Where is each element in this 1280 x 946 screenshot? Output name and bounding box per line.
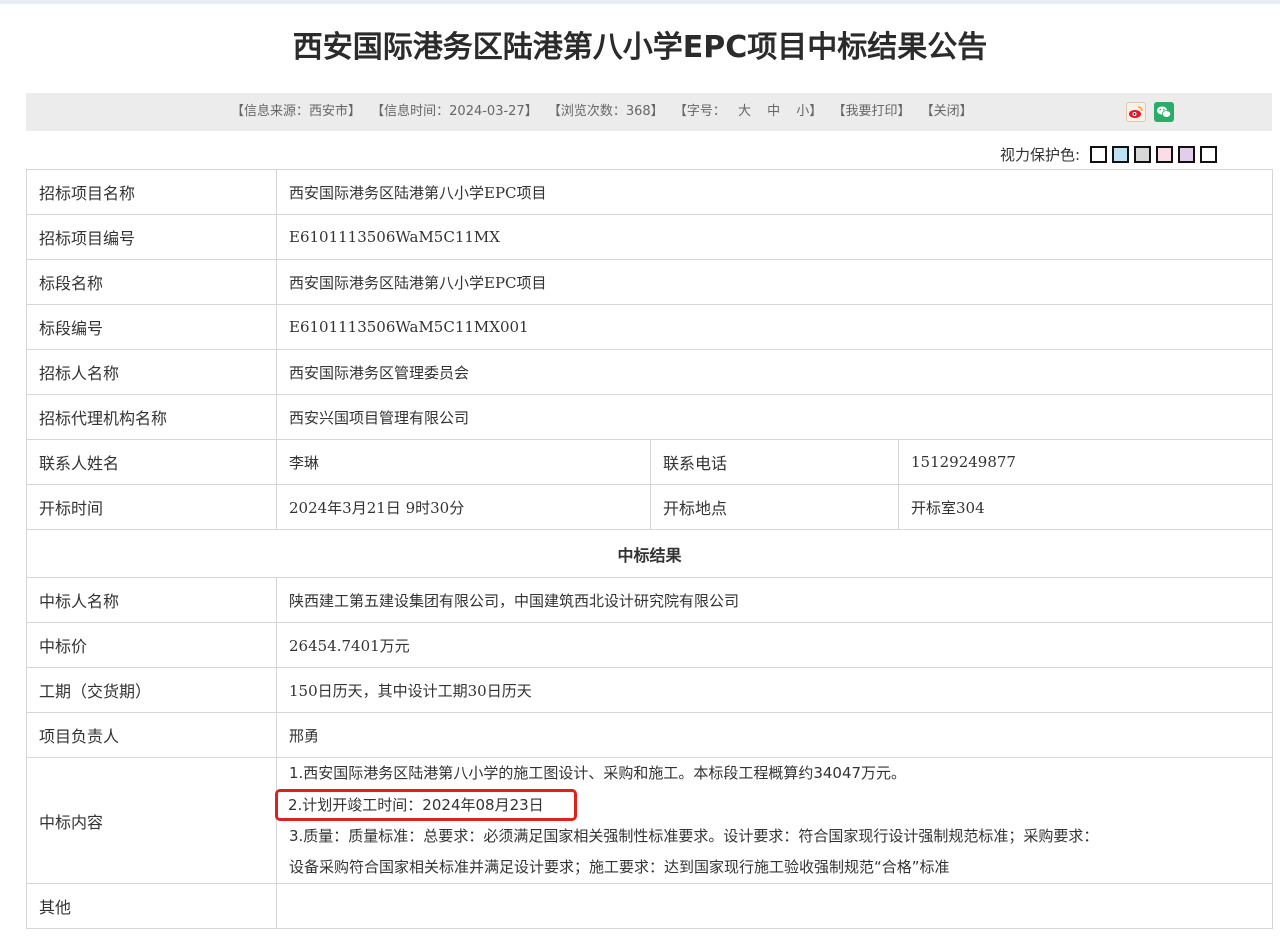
row-value: 西安国际港务区管理委员会 (276, 349, 1273, 395)
row-value: E6101113506WaM5C11MX (276, 214, 1273, 260)
contact-name-label: 联系人姓名 (26, 439, 277, 485)
table-section-row: 中标结果 (26, 529, 1273, 578)
row-value: E6101113506WaM5C11MX001 (276, 304, 1273, 350)
table-row: 工期（交货期） 150日历天，其中设计工期30日历天 (26, 667, 1273, 713)
eye-color-default-swatch[interactable] (1200, 145, 1218, 163)
eye-protection-label: 视力保护色: (1000, 145, 1081, 164)
opening-place-value: 开标室304 (898, 484, 1273, 530)
info-source: 【信息来源：西安市】 (231, 104, 362, 119)
info-bar-items: 【信息来源：西安市】 【信息时间：2024-03-27】 【浏览次数：368】 … (231, 93, 979, 131)
content-line-3: 3.质量：质量标准：总要求：必须满足国家相关强制性标准要求。设计要求：符合国家现… (289, 827, 1099, 845)
close-link[interactable]: 【关闭】 (921, 104, 973, 119)
price-value: 26454.7401万元 (276, 622, 1273, 668)
manager-value: 邢勇 (276, 712, 1273, 758)
period-label: 工期（交货期） (26, 667, 277, 713)
eye-protection-row: 视力保护色: (1000, 143, 1222, 165)
eye-color-pink-swatch[interactable] (1156, 145, 1174, 163)
info-time: 【信息时间：2024-03-27】 (371, 104, 538, 119)
content-line-1: 1.西安国际港务区陆港第八小学的施工图设计、采购和施工。本标段工程概算约3404… (289, 764, 907, 782)
other-value (276, 883, 1273, 929)
section-title: 中标结果 (26, 529, 1273, 578)
weibo-icon[interactable] (1126, 102, 1146, 122)
content-value: 1.西安国际港务区陆港第八小学的施工图设计、采购和施工。本标段工程概算约3404… (275, 757, 1273, 884)
row-label: 招标代理机构名称 (26, 394, 277, 440)
price-label: 中标价 (26, 622, 277, 668)
opening-place-label: 开标地点 (650, 484, 899, 530)
row-value: 西安国际港务区陆港第八小学EPC项目 (276, 259, 1273, 305)
content-label: 中标内容 (26, 757, 277, 884)
table-row: 中标人名称 陕西建工第五建设集团有限公司，中国建筑西北设计研究院有限公司 (26, 577, 1273, 623)
winner-label: 中标人名称 (26, 577, 277, 623)
winner-value: 陕西建工第五建设集团有限公司，中国建筑西北设计研究院有限公司 (276, 577, 1273, 623)
other-label: 其他 (26, 883, 277, 929)
table-row: 标段编号 E6101113506WaM5C11MX001 (26, 304, 1273, 350)
eye-color-blue-swatch[interactable] (1112, 145, 1130, 163)
opening-time-value: 2024年3月21日 9时30分 (276, 484, 651, 530)
info-bar: 【信息来源：西安市】 【信息时间：2024-03-27】 【浏览次数：368】 … (26, 93, 1272, 131)
table-row: 标段名称 西安国际港务区陆港第八小学EPC项目 (26, 259, 1273, 305)
table-row: 招标代理机构名称 西安兴国项目管理有限公司 (26, 394, 1273, 440)
font-size-medium-link[interactable]: 中 (767, 104, 780, 119)
row-label: 招标项目编号 (26, 214, 277, 260)
row-label: 标段编号 (26, 304, 277, 350)
table-row-contact: 联系人姓名 李琳 联系电话 15129249877 (26, 439, 1273, 485)
top-strip (0, 0, 1280, 4)
wechat-icon[interactable] (1154, 102, 1174, 122)
opening-time-label: 开标时间 (26, 484, 277, 530)
table-row: 中标价 26454.7401万元 (26, 622, 1273, 668)
manager-label: 项目负责人 (26, 712, 277, 758)
contact-name-value: 李琳 (276, 439, 651, 485)
table-row-opening: 开标时间 2024年3月21日 9时30分 开标地点 开标室304 (26, 484, 1273, 530)
contact-phone-value: 15129249877 (898, 439, 1273, 485)
row-value: 西安国际港务区陆港第八小学EPC项目 (276, 169, 1273, 215)
content-line-4: 设备采购符合国家相关标准并满足设计要求；施工要求：达到国家现行施工验收强制规范“… (289, 858, 950, 876)
font-size-large-link[interactable]: 大 (738, 104, 751, 119)
eye-color-purple-swatch[interactable] (1178, 145, 1196, 163)
content-line-2-highlighted: 2.计划开竣工时间：2024年08月23日 (275, 789, 577, 821)
eye-color-gray-swatch[interactable] (1134, 145, 1152, 163)
table-row-content: 中标内容 1.西安国际港务区陆港第八小学的施工图设计、采购和施工。本标段工程概算… (26, 757, 1273, 884)
table-row: 项目负责人 邢勇 (26, 712, 1273, 758)
table-row: 招标人名称 西安国际港务区管理委员会 (26, 349, 1273, 395)
period-value: 150日历天，其中设计工期30日历天 (276, 667, 1273, 713)
contact-phone-label: 联系电话 (650, 439, 899, 485)
row-label: 标段名称 (26, 259, 277, 305)
font-size-small-link[interactable]: 小】 (796, 104, 822, 119)
page-title: 西安国际港务区陆港第八小学EPC项目中标结果公告 (292, 30, 988, 65)
row-label: 招标项目名称 (26, 169, 277, 215)
print-link[interactable]: 【我要打印】 (832, 104, 910, 119)
table-row: 招标项目名称 西安国际港务区陆港第八小学EPC项目 (26, 169, 1273, 215)
table-row: 招标项目编号 E6101113506WaM5C11MX (26, 214, 1273, 260)
font-size-label: 【字号： (673, 104, 726, 119)
share-icons (1126, 102, 1174, 122)
table-row: 其他 (26, 883, 1273, 929)
info-views: 【浏览次数：368】 (547, 104, 664, 119)
eye-color-white-swatch[interactable] (1090, 145, 1108, 163)
row-label: 招标人名称 (26, 349, 277, 395)
row-value: 西安兴国项目管理有限公司 (276, 394, 1273, 440)
bid-result-table: 招标项目名称 西安国际港务区陆港第八小学EPC项目 招标项目编号 E610111… (26, 169, 1273, 929)
